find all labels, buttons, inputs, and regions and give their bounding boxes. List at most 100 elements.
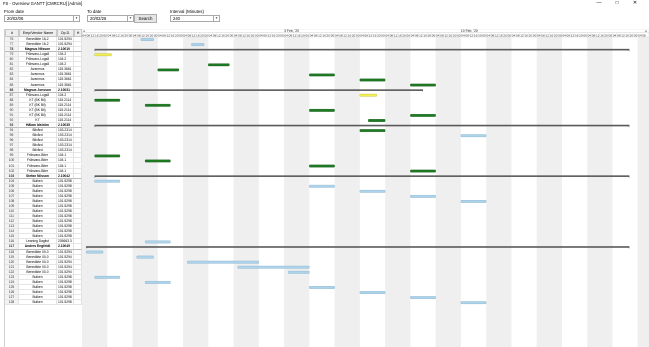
calendar-dropdown-icon[interactable]: ▾	[127, 16, 133, 21]
grid-header-h[interactable]: H	[74, 29, 82, 37]
hour-label: 20	[175, 33, 179, 37]
summary-bar[interactable]	[86, 246, 630, 248]
yellow-task-bar[interactable]	[359, 93, 377, 97]
light-task-bar[interactable]	[359, 189, 386, 193]
day-band	[385, 37, 411, 347]
light-task-bar[interactable]	[187, 260, 259, 264]
summary-bar[interactable]	[94, 175, 630, 177]
hour-label: 00	[457, 33, 461, 37]
summary-bar[interactable]	[94, 89, 424, 91]
green-task-bar[interactable]	[309, 73, 335, 77]
hour-label: 16	[625, 33, 629, 37]
green-task-bar[interactable]	[145, 159, 171, 163]
day-band	[637, 37, 649, 347]
hour-label: 20	[478, 33, 482, 37]
hour-label: 08	[642, 33, 646, 37]
summary-bar[interactable]	[94, 124, 630, 127]
light-task-bar[interactable]	[288, 270, 310, 274]
hour-label: 12	[242, 33, 246, 37]
minimize-button[interactable]: —	[594, 0, 604, 7]
close-button[interactable]: ✕	[630, 0, 640, 7]
light-task-bar[interactable]	[145, 240, 171, 244]
hour-label: 08	[592, 33, 596, 37]
hour-label: 00	[381, 33, 385, 37]
hour-label: 00	[280, 33, 284, 37]
green-task-bar[interactable]	[145, 103, 171, 107]
hour-label: 20	[150, 33, 154, 37]
hour-label: 08	[516, 33, 520, 37]
hour-label: 16	[146, 33, 150, 37]
grid-header-name[interactable]: Emp/Vendor Name	[19, 29, 57, 37]
hour-label: 08	[238, 33, 242, 37]
light-task-bar[interactable]	[94, 179, 121, 183]
grid-header-op[interactable]: Op.D.	[57, 29, 74, 37]
light-task-bar[interactable]	[94, 275, 121, 279]
green-task-bar[interactable]	[368, 119, 386, 122]
hour-label: 12	[571, 33, 575, 37]
to-date-picker[interactable]: 20/02/26 ▾	[87, 15, 134, 22]
hour-label: 08	[213, 33, 217, 37]
hour-label: 12	[545, 33, 549, 37]
green-task-bar[interactable]	[410, 169, 436, 173]
interval-select[interactable]: 240 ▾	[170, 15, 220, 22]
hour-label: 00	[407, 33, 411, 37]
hour-label: 16	[322, 33, 326, 37]
chevron-down-icon[interactable]: ▾	[213, 16, 219, 21]
light-task-bar[interactable]	[191, 43, 205, 46]
green-task-bar[interactable]	[410, 83, 436, 87]
summary-bar[interactable]	[94, 48, 630, 51]
light-task-bar[interactable]	[460, 134, 487, 138]
from-date-picker[interactable]: 20/02/06 ▾	[4, 15, 80, 22]
hour-label: 20	[99, 33, 103, 37]
day-band	[435, 37, 461, 347]
green-task-bar[interactable]	[309, 164, 335, 168]
green-task-bar[interactable]	[208, 63, 230, 67]
hour-label: 12	[495, 33, 499, 37]
calendar-dropdown-icon[interactable]: ▾	[73, 16, 79, 21]
hour-label: 20	[377, 33, 381, 37]
table-row[interactable]: 128 Bulken 101.5298	[5, 300, 82, 306]
name-cell: Bulken	[19, 300, 57, 306]
green-task-bar[interactable]	[94, 98, 121, 102]
maximize-button[interactable]: □	[612, 0, 622, 7]
green-task-bar[interactable]	[157, 68, 179, 72]
grid-header-number[interactable]: #	[5, 29, 19, 37]
row-number-cell: 128	[5, 300, 19, 306]
yellow-task-bar[interactable]	[94, 53, 112, 57]
green-task-bar[interactable]	[359, 78, 386, 82]
hour-label: 04	[108, 33, 112, 37]
light-task-bar[interactable]	[359, 291, 386, 294]
light-task-bar[interactable]	[309, 286, 335, 289]
hour-label: 00	[482, 33, 486, 37]
hour-label: 00	[129, 33, 133, 37]
hour-label: 04	[588, 33, 592, 37]
green-task-bar[interactable]	[359, 129, 386, 132]
light-task-bar[interactable]	[410, 296, 436, 299]
hour-label: 12	[596, 33, 600, 37]
light-task-bar[interactable]	[237, 265, 310, 269]
hour-label: 00	[230, 33, 234, 37]
day-band	[587, 37, 613, 347]
hour-label: 12	[293, 33, 297, 37]
green-task-bar[interactable]	[309, 109, 335, 112]
green-task-bar[interactable]	[410, 114, 436, 117]
hour-label: 04	[461, 33, 465, 37]
from-date-value: 20/02/06	[7, 16, 24, 21]
search-button[interactable]: Search	[134, 14, 157, 23]
light-task-bar[interactable]	[410, 195, 436, 198]
light-task-bar[interactable]	[460, 200, 487, 203]
hour-label: 12	[369, 33, 373, 37]
light-task-bar[interactable]	[136, 255, 154, 259]
light-task-bar[interactable]	[460, 301, 487, 305]
light-task-bar[interactable]	[86, 250, 104, 254]
employee-grid: # Emp/Vendor Name Op.D. H 76 Benedikte 16…	[4, 29, 82, 347]
hour-label: 12	[116, 33, 120, 37]
hour-label: 08	[465, 33, 469, 37]
light-task-bar[interactable]	[140, 38, 154, 41]
light-task-bar[interactable]	[309, 184, 335, 188]
light-task-bar[interactable]	[145, 281, 171, 284]
green-task-bar[interactable]	[94, 154, 121, 158]
hour-label: 04	[310, 33, 314, 37]
hour-label: 16	[600, 33, 604, 37]
hour-label: 08	[314, 33, 318, 37]
